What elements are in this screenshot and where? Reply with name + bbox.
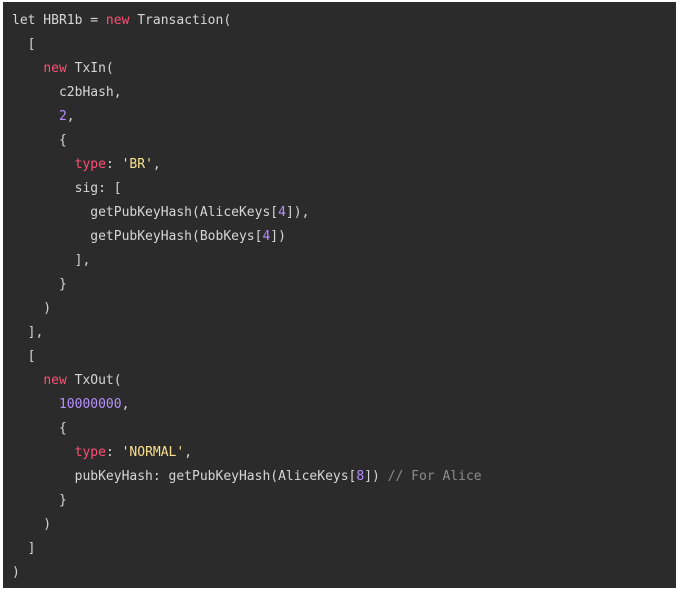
- code-token: ]): [364, 469, 388, 484]
- code-line: [: [12, 345, 676, 369]
- code-line: ]: [12, 537, 676, 561]
- code-token: {: [12, 421, 67, 436]
- code-line: let HBR1b = new Transaction(: [12, 9, 676, 33]
- keyword-token: new: [43, 61, 67, 76]
- code-line: ): [12, 513, 676, 537]
- code-line: 2,: [12, 105, 676, 129]
- code-line: new TxIn(: [12, 57, 676, 81]
- code-line: }: [12, 489, 676, 513]
- code-block: let HBR1b = new Transaction( [ new TxIn(…: [3, 2, 676, 588]
- code-token: getPubKeyHash(AliceKeys[: [12, 205, 279, 220]
- code-token: ): [12, 517, 52, 532]
- code-token: ,: [121, 397, 130, 412]
- code-token: let HBR1b =: [12, 13, 106, 28]
- code-line: {: [12, 129, 676, 153]
- code-line: type: 'NORMAL',: [12, 441, 676, 465]
- code-token: c2bHash,: [12, 85, 122, 100]
- code-token: {: [12, 133, 67, 148]
- string-token: 'BR': [121, 157, 153, 172]
- code-token: }: [12, 277, 67, 292]
- code-token: pubKeyHash: getPubKeyHash(AliceKeys[: [12, 469, 357, 484]
- code-token: [: [12, 349, 36, 364]
- code-line: type: 'BR',: [12, 153, 676, 177]
- code-token: :: [105, 157, 122, 172]
- code-token: ,: [184, 445, 193, 460]
- code-line: sig: [: [12, 177, 676, 201]
- code-line: ],: [12, 249, 676, 273]
- code-token: ]: [12, 541, 36, 556]
- code-line: getPubKeyHash(AliceKeys[4]),: [12, 201, 676, 225]
- code-line: ): [12, 561, 676, 585]
- code-token: ,: [66, 109, 75, 124]
- comment-token: // For Alice: [387, 469, 482, 484]
- string-token: 'NORMAL': [121, 445, 185, 460]
- code-token: ]),: [285, 205, 310, 220]
- code-token: Transaction(: [129, 13, 232, 28]
- code-line: }: [12, 273, 676, 297]
- code-line: {: [12, 417, 676, 441]
- code-token: ,: [152, 157, 161, 172]
- code-line: new TxOut(: [12, 369, 676, 393]
- code-token: TxIn(: [66, 61, 114, 76]
- code-token: ): [12, 565, 20, 580]
- code-line: [: [12, 33, 676, 57]
- code-line: ],: [12, 321, 676, 345]
- code-token: ],: [12, 325, 44, 340]
- code-line: pubKeyHash: getPubKeyHash(AliceKeys[8]) …: [12, 465, 676, 489]
- keyword-token: new: [43, 373, 67, 388]
- code-token: [: [12, 37, 36, 52]
- code-token: ],: [12, 253, 91, 268]
- code-line: 10000000,: [12, 393, 676, 417]
- code-line: c2bHash,: [12, 81, 676, 105]
- code-token: ): [12, 301, 52, 316]
- keyword-token: type: [74, 157, 106, 172]
- keyword-token: new: [105, 13, 130, 28]
- keyword-token: type: [74, 445, 106, 460]
- code-token: TxOut(: [66, 373, 122, 388]
- code-token: ]): [270, 229, 286, 244]
- number-token: 10000000: [58, 397, 122, 412]
- code-token: sig: [: [12, 181, 122, 196]
- number-token: 2: [58, 109, 67, 124]
- code-token: }: [12, 493, 67, 508]
- code-token: getPubKeyHash(BobKeys[: [12, 229, 263, 244]
- number-token: 4: [278, 205, 286, 220]
- code-line: ): [12, 297, 676, 321]
- code-token: :: [105, 445, 122, 460]
- code-line: getPubKeyHash(BobKeys[4]): [12, 225, 676, 249]
